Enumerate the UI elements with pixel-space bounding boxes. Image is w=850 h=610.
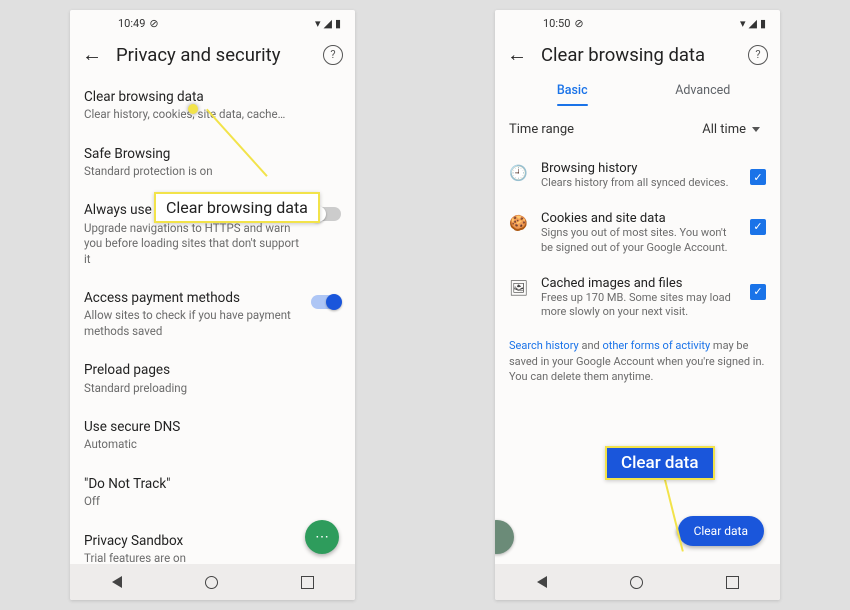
time-range-value: All time <box>702 122 746 137</box>
footer-text: Search history and other forms of activi… <box>495 330 780 392</box>
signal-icon: ◢ <box>748 17 756 30</box>
item-title: Clear browsing data <box>84 88 341 106</box>
tab-basic[interactable]: Basic <box>507 77 638 108</box>
tabs: Basic Advanced <box>495 77 780 108</box>
checkbox-cookies[interactable]: ✓ <box>750 219 766 235</box>
check-title: Browsing history <box>541 161 736 176</box>
header: ← Clear browsing data ? <box>495 36 780 77</box>
item-title: "Do Not Track" <box>84 475 341 493</box>
nav-recent-icon[interactable] <box>726 576 739 589</box>
check-title: Cookies and site data <box>541 211 736 226</box>
item-title: Access payment methods <box>84 289 303 307</box>
fab-button-partial[interactable] <box>495 520 514 554</box>
nav-back-icon[interactable] <box>537 576 547 588</box>
phone-right-clear-data: 10:50 ⊘ ▾ ◢ ▮ ← Clear browsing data ? Ba… <box>495 10 780 600</box>
help-icon[interactable]: ? <box>323 45 343 65</box>
status-icon: ⊘ <box>149 17 158 30</box>
item-preload-pages[interactable]: Preload pages Standard preloading <box>70 350 355 407</box>
checkbox-history[interactable]: ✓ <box>750 169 766 185</box>
nav-home-icon[interactable] <box>630 576 643 589</box>
battery-icon: ▮ <box>335 17 341 30</box>
image-icon: 🖼 <box>509 279 527 297</box>
status-time: 10:50 <box>543 17 570 30</box>
status-bar: 10:50 ⊘ ▾ ◢ ▮ <box>495 10 780 36</box>
item-title: Privacy Sandbox <box>84 532 341 550</box>
check-title: Cached images and files <box>541 276 736 291</box>
item-clear-browsing-data[interactable]: Clear browsing data Clear history, cooki… <box>70 77 355 134</box>
page-title: Privacy and security <box>116 44 309 66</box>
back-icon[interactable]: ← <box>82 42 102 67</box>
chevron-down-icon <box>752 127 760 132</box>
time-range-row[interactable]: Time range All time <box>495 108 780 151</box>
page-title: Clear browsing data <box>541 44 734 66</box>
status-bar: 10:49 ⊘ ▾ ◢ ▮ <box>70 10 355 36</box>
cookie-icon: 🍪 <box>509 214 527 232</box>
item-subtitle: Allow sites to check if you have payment… <box>84 308 303 339</box>
link-other-activity[interactable]: other forms of activity <box>602 339 710 352</box>
item-do-not-track[interactable]: "Do Not Track" Off <box>70 464 355 521</box>
check-cached-images[interactable]: 🖼 Cached images and files Frees up 170 M… <box>495 266 780 331</box>
nav-home-icon[interactable] <box>205 576 218 589</box>
help-icon[interactable]: ? <box>748 45 768 65</box>
time-range-label: Time range <box>509 122 574 137</box>
callout-clear-data: Clear data <box>605 446 715 480</box>
check-cookies[interactable]: 🍪 Cookies and site data Signs you out of… <box>495 201 780 266</box>
check-browsing-history[interactable]: 🕘 Browsing history Clears history from a… <box>495 151 780 201</box>
check-subtitle: Frees up 170 MB. Some sites may load mor… <box>541 291 736 321</box>
phone-left-privacy: 10:49 ⊘ ▾ ◢ ▮ ← Privacy and security ? C… <box>70 10 355 600</box>
wifi-icon: ▾ <box>315 17 321 30</box>
nav-recent-icon[interactable] <box>301 576 314 589</box>
status-right: ▾ ◢ ▮ <box>315 17 341 30</box>
highlight-line <box>663 476 684 552</box>
nav-back-icon[interactable] <box>112 576 122 588</box>
nav-bar <box>495 564 780 600</box>
nav-bar <box>70 564 355 600</box>
header: ← Privacy and security ? <box>70 36 355 77</box>
clear-data-button[interactable]: Clear data <box>678 516 764 546</box>
item-subtitle: Automatic <box>84 437 341 453</box>
battery-icon: ▮ <box>760 17 766 30</box>
status-time: 10:49 <box>118 17 145 30</box>
checkbox-cache[interactable]: ✓ <box>750 284 766 300</box>
item-title: Safe Browsing <box>84 145 341 163</box>
item-title: Preload pages <box>84 361 341 379</box>
link-search-history[interactable]: Search history <box>509 339 579 352</box>
check-subtitle: Clears history from all synced devices. <box>541 176 736 191</box>
item-title: Use secure DNS <box>84 418 341 436</box>
signal-icon: ◢ <box>323 17 331 30</box>
item-secure-dns[interactable]: Use secure DNS Automatic <box>70 407 355 464</box>
tab-advanced[interactable]: Advanced <box>638 77 769 108</box>
back-icon[interactable]: ← <box>507 42 527 67</box>
item-subtitle: Standard protection is on <box>84 164 341 180</box>
status-icon: ⊘ <box>574 17 583 30</box>
item-safe-browsing[interactable]: Safe Browsing Standard protection is on <box>70 134 355 191</box>
item-subtitle: Standard preloading <box>84 381 341 397</box>
wifi-icon: ▾ <box>740 17 746 30</box>
clock-icon: 🕘 <box>509 164 527 182</box>
item-payment-methods[interactable]: Access payment methods Allow sites to ch… <box>70 278 355 350</box>
toggle-payment-methods[interactable] <box>311 295 341 309</box>
check-subtitle: Signs you out of most sites. You won't b… <box>541 226 736 256</box>
highlight-dot <box>188 104 198 114</box>
callout-clear-browsing-data: Clear browsing data <box>154 192 320 223</box>
item-subtitle: Off <box>84 494 341 510</box>
status-right: ▾ ◢ ▮ <box>740 17 766 30</box>
fab-button[interactable]: ⋯ <box>305 520 339 554</box>
item-subtitle: Upgrade navigations to HTTPS and warn yo… <box>84 221 303 268</box>
